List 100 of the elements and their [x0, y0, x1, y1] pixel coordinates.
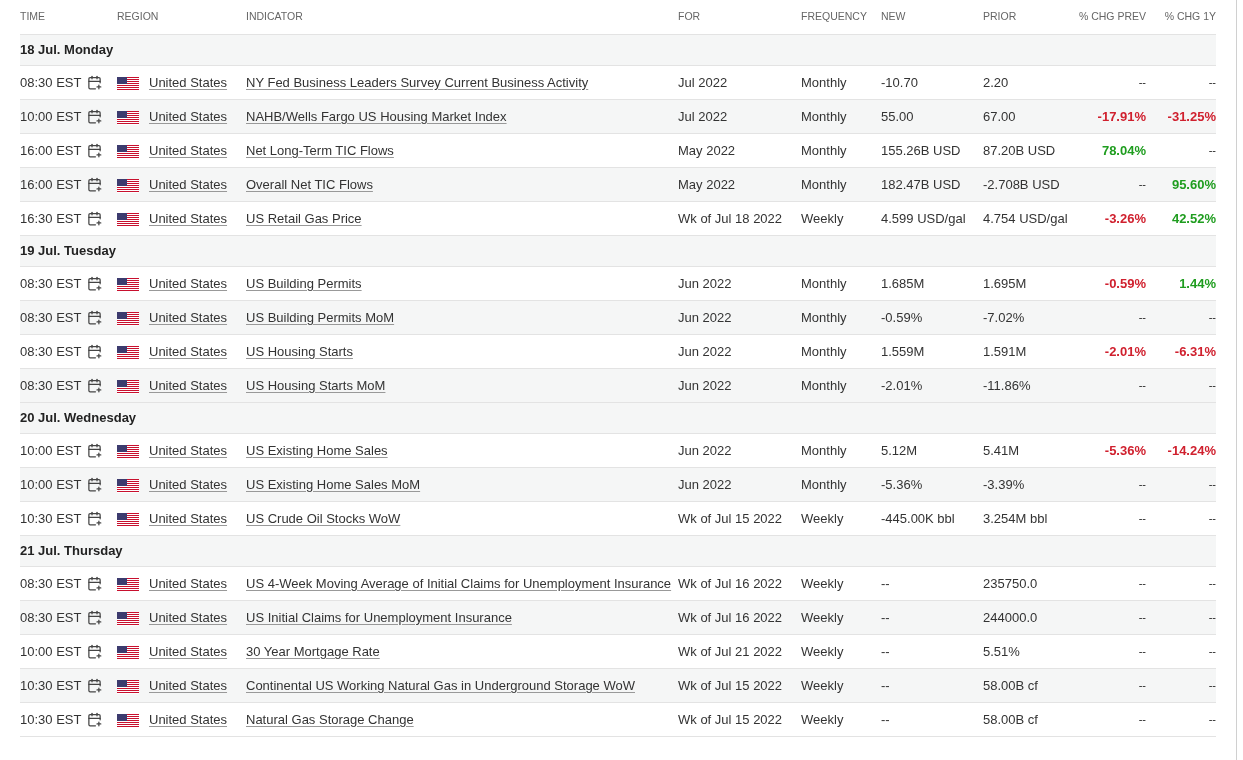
region-link[interactable]: United States	[149, 341, 228, 362]
indicator-link[interactable]: US Housing Starts	[246, 341, 353, 362]
region-link[interactable]: United States	[149, 474, 228, 495]
percent-change: -31.25%	[1166, 107, 1216, 126]
percent-change: --	[1207, 310, 1216, 326]
prior-value: -7.02%	[983, 308, 1026, 327]
region-link[interactable]: United States	[149, 273, 228, 294]
region-link[interactable]: United States	[149, 709, 228, 730]
period-text: Jun 2022	[678, 342, 733, 361]
prior-value: 235750.0	[983, 574, 1039, 593]
region-link[interactable]: United States	[149, 375, 228, 396]
percent-change: --	[1137, 644, 1146, 660]
indicator-link[interactable]: US Building Permits MoM	[246, 307, 395, 328]
period-text: Wk of Jul 16 2022	[678, 574, 784, 593]
percent-change: --	[1207, 75, 1216, 91]
event-time: 10:00 EST	[20, 107, 82, 126]
column-header: % CHG 1Y	[1163, 9, 1216, 25]
region-link[interactable]: United States	[149, 72, 228, 93]
indicator-link[interactable]: US Crude Oil Stocks WoW	[246, 508, 401, 529]
frequency-text: Monthly	[801, 73, 848, 92]
flag-icon	[117, 445, 139, 459]
percent-change: --	[1137, 712, 1146, 728]
region-link[interactable]: United States	[149, 508, 228, 529]
add-to-calendar-icon[interactable]	[87, 644, 103, 659]
add-to-calendar-icon[interactable]	[87, 344, 103, 359]
new-value: 1.685M	[881, 274, 926, 293]
percent-change: -2.01%	[1103, 342, 1146, 361]
region-link[interactable]: United States	[149, 675, 228, 696]
add-to-calendar-icon[interactable]	[87, 143, 103, 158]
region-link[interactable]: United States	[149, 174, 228, 195]
new-value: 5.12M	[881, 441, 919, 460]
indicator-link[interactable]: US Existing Home Sales	[246, 440, 388, 461]
frequency-text: Weekly	[801, 710, 845, 729]
indicator-link[interactable]: Overall Net TIC Flows	[246, 174, 373, 195]
add-to-calendar-icon[interactable]	[87, 443, 103, 458]
percent-change: --	[1137, 610, 1146, 626]
frequency-text: Weekly	[801, 574, 845, 593]
percent-change: -14.24%	[1166, 441, 1216, 460]
percent-change: --	[1207, 143, 1216, 159]
indicator-link[interactable]: Natural Gas Storage Change	[246, 709, 414, 730]
add-to-calendar-icon[interactable]	[87, 211, 103, 226]
event-time: 08:30 EST	[20, 342, 82, 361]
flag-icon	[117, 612, 139, 626]
flag-icon	[117, 312, 139, 326]
indicator-link[interactable]: NY Fed Business Leaders Survey Current Business Activity	[246, 72, 589, 93]
indicator-link[interactable]: Net Long-Term TIC Flows	[246, 140, 394, 161]
add-to-calendar-icon[interactable]	[87, 276, 103, 291]
prior-value: -3.39%	[983, 475, 1026, 494]
region-link[interactable]: United States	[149, 573, 228, 594]
event-time: 10:00 EST	[20, 475, 82, 494]
period-text: Jun 2022	[678, 376, 733, 395]
percent-change: 78.04%	[1100, 141, 1146, 160]
event-time: 08:30 EST	[20, 608, 82, 627]
percent-change: --	[1207, 610, 1216, 626]
add-to-calendar-icon[interactable]	[87, 511, 103, 526]
add-to-calendar-icon[interactable]	[87, 712, 103, 727]
region-link[interactable]: United States	[149, 106, 228, 127]
add-to-calendar-icon[interactable]	[87, 177, 103, 192]
flag-icon	[117, 714, 139, 728]
new-value: 1.559M	[881, 342, 926, 361]
period-text: Wk of Jul 21 2022	[678, 642, 784, 661]
date-group-header: 19 Jul. Tuesday	[20, 236, 1216, 267]
period-text: Wk of Jul 15 2022	[678, 710, 784, 729]
add-to-calendar-icon[interactable]	[87, 477, 103, 492]
frequency-text: Monthly	[801, 107, 848, 126]
region-link[interactable]: United States	[149, 607, 228, 628]
add-to-calendar-icon[interactable]	[87, 310, 103, 325]
region-link[interactable]: United States	[149, 440, 228, 461]
percent-change: -17.91%	[1096, 107, 1146, 126]
flag-icon	[117, 77, 139, 91]
prior-value: 87.20B USD	[983, 141, 1057, 160]
region-link[interactable]: United States	[149, 641, 228, 662]
region-link[interactable]: United States	[149, 208, 228, 229]
add-to-calendar-icon[interactable]	[87, 678, 103, 693]
flag-icon	[117, 145, 139, 159]
new-value: -0.59%	[881, 308, 924, 327]
frequency-text: Monthly	[801, 475, 848, 494]
indicator-link[interactable]: US Housing Starts MoM	[246, 375, 386, 396]
flag-icon	[117, 646, 139, 660]
indicator-link[interactable]: US Initial Claims for Unemployment Insurance	[246, 607, 512, 628]
indicator-link[interactable]: NAHB/Wells Fargo US Housing Market Index	[246, 106, 507, 127]
indicator-link[interactable]: US 4-Week Moving Average of Initial Claims for Unemployment Insurance	[246, 573, 672, 594]
indicator-link[interactable]: US Building Permits	[246, 273, 362, 294]
add-to-calendar-icon[interactable]	[87, 576, 103, 591]
frequency-text: Monthly	[801, 376, 848, 395]
indicator-link[interactable]: 30 Year Mortgage Rate	[246, 641, 380, 662]
event-time: 10:30 EST	[20, 509, 82, 528]
event-time: 10:30 EST	[20, 676, 82, 695]
indicator-link[interactable]: US Existing Home Sales MoM	[246, 474, 421, 495]
indicator-link[interactable]: Continental US Working Natural Gas in Underground Storage WoW	[246, 675, 635, 696]
indicator-link[interactable]: US Retail Gas Price	[246, 208, 362, 229]
add-to-calendar-icon[interactable]	[87, 109, 103, 124]
percent-change: -6.31%	[1173, 342, 1216, 361]
add-to-calendar-icon[interactable]	[87, 610, 103, 625]
percent-change: 95.60%	[1170, 175, 1216, 194]
add-to-calendar-icon[interactable]	[87, 378, 103, 393]
region-link[interactable]: United States	[149, 307, 228, 328]
region-link[interactable]: United States	[149, 140, 228, 161]
period-text: Jul 2022	[678, 107, 729, 126]
add-to-calendar-icon[interactable]	[87, 75, 103, 90]
